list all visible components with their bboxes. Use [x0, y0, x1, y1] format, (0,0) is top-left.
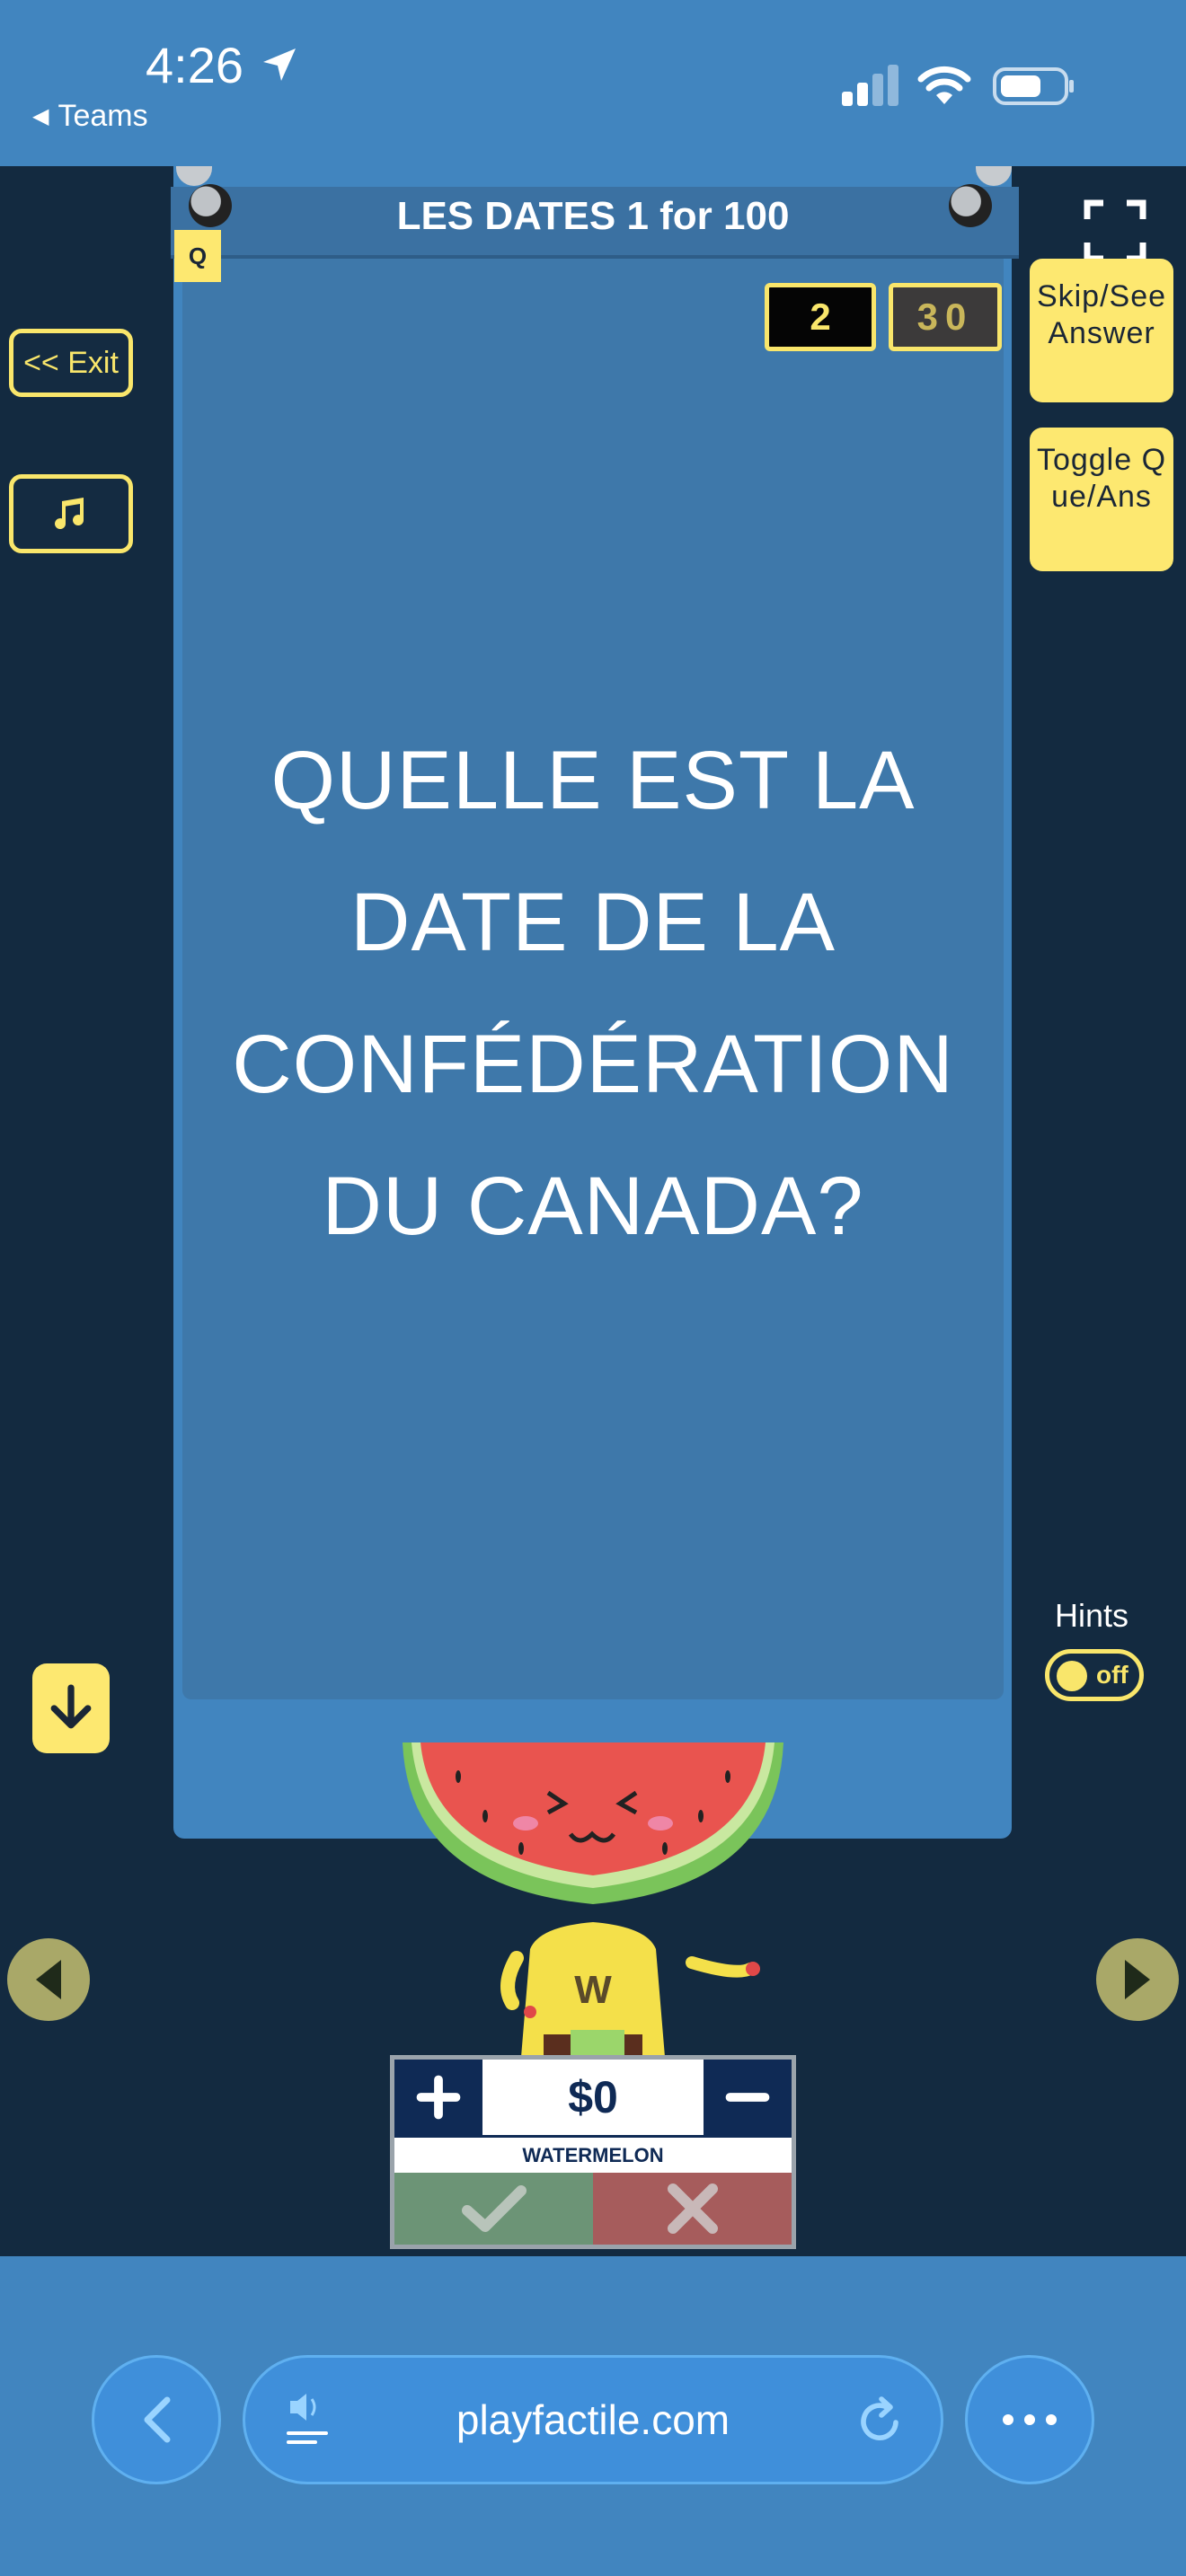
subtract-points-button[interactable]: [704, 2060, 792, 2135]
team-score-panel: $0 WATERMELON: [390, 2055, 796, 2249]
wifi-icon: [917, 66, 971, 104]
back-triangle-icon: ◀: [32, 104, 49, 128]
arrow-down-icon: [50, 1684, 92, 1729]
hints-label: Hints: [1054, 1597, 1129, 1634]
plus-icon: [416, 2075, 461, 2120]
hints-state: off: [1096, 1661, 1128, 1689]
watermelon-mascot-icon: W: [403, 1742, 783, 2057]
timer: 30: [889, 283, 1002, 351]
previous-button[interactable]: [7, 1938, 90, 2021]
url-text: playfactile.com: [456, 2396, 730, 2443]
back-app-label: Teams: [58, 99, 148, 133]
chevron-left-icon: [144, 2396, 171, 2443]
minus-icon: [725, 2093, 770, 2102]
team-name: WATERMELON: [394, 2135, 792, 2173]
scroll-down-button[interactable]: [32, 1663, 110, 1753]
next-button[interactable]: [1096, 1938, 1179, 2021]
triangle-right-icon: [1125, 1960, 1150, 1999]
battery-icon: [993, 67, 1074, 105]
triangle-left-icon: [36, 1960, 61, 1999]
checkmark-icon: [461, 2185, 527, 2232]
pin-left-icon: [189, 184, 232, 227]
card-title: LES DATES 1 for 100: [396, 194, 790, 238]
exit-button[interactable]: << Exit: [9, 329, 133, 397]
browser-back-button[interactable]: [92, 2355, 221, 2484]
address-bar[interactable]: playfactile.com: [243, 2355, 943, 2484]
x-close-icon: [667, 2183, 718, 2234]
music-note-icon: [55, 498, 84, 530]
location-arrow-icon: [263, 49, 296, 81]
status-bar: 4:26 ◀ Teams: [0, 0, 1186, 166]
cellular-signal-icon: [842, 65, 898, 106]
clock: 4:26: [146, 37, 243, 93]
reload-icon[interactable]: [856, 2395, 907, 2446]
mark-correct-button[interactable]: [394, 2173, 593, 2245]
more-dots-icon: [1003, 2414, 1057, 2425]
music-button[interactable]: [9, 474, 133, 553]
toggle-question-answer-button[interactable]: Toggle Que/Ans: [1030, 428, 1173, 571]
more-options-button[interactable]: [965, 2355, 1094, 2484]
question-text: QUELLE EST LA DATE DE LA CONFÉDÉRATION D…: [232, 735, 954, 1252]
mark-wrong-button[interactable]: [593, 2173, 792, 2245]
back-to-app-link[interactable]: ◀ Teams: [32, 99, 148, 134]
toggle-knob: [1057, 1661, 1087, 1691]
add-points-button[interactable]: [394, 2060, 482, 2135]
fullscreen-icon[interactable]: [1084, 199, 1146, 262]
skip-see-answer-button[interactable]: Skip/See Answer: [1030, 259, 1173, 402]
pin-right-icon: [949, 184, 992, 227]
svg-text:W: W: [574, 1968, 612, 2012]
player-count: 2: [765, 283, 876, 351]
card-type-badge: Q: [174, 230, 221, 282]
hints-toggle[interactable]: off: [1045, 1649, 1144, 1701]
team-score: $0: [568, 2072, 618, 2122]
